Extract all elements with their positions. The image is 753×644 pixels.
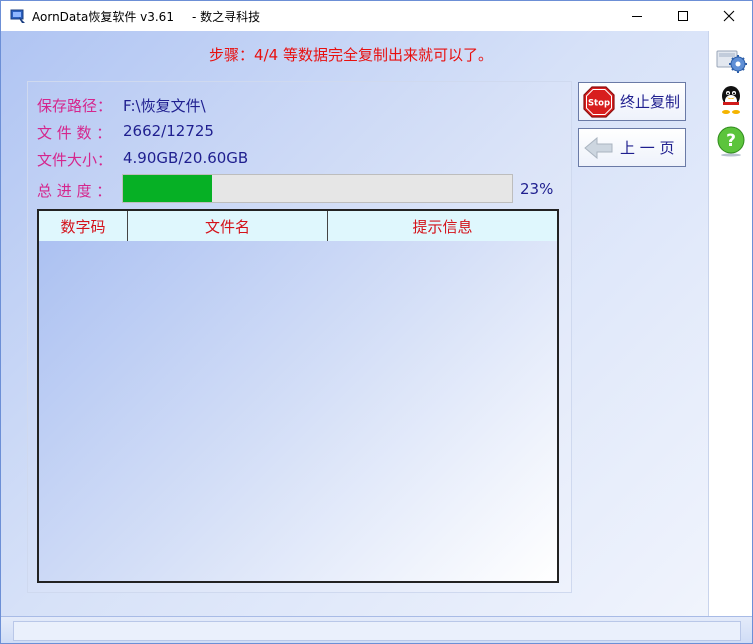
stop-sign-icon: Stop [583, 85, 615, 118]
maximize-button[interactable] [660, 1, 706, 31]
table-header: 数字码 文件名 提示信息 [39, 211, 557, 241]
progress-percent: 23% [520, 180, 554, 198]
file-size-row: 文件大小： 4.90GB/20.60GB [37, 149, 248, 170]
previous-page-label: 上 一 页 [620, 139, 675, 157]
status-panel [13, 621, 741, 641]
stop-copy-button[interactable]: Stop 终止复制 [578, 82, 686, 121]
progress-fill [123, 175, 213, 202]
previous-page-button[interactable]: 上 一 页 [578, 128, 686, 167]
right-sidebar: ? [708, 31, 752, 617]
save-path-label: 保存路径： [37, 97, 113, 115]
stop-sign-text: Stop [588, 98, 610, 108]
column-header-code[interactable]: 数字码 [39, 211, 128, 241]
file-count-row: 文 件 数 ： 2662/12725 [37, 122, 214, 143]
progress-label: 总 进 度 ： [37, 182, 112, 200]
close-icon [723, 10, 735, 22]
file-list-table[interactable]: 数字码 文件名 提示信息 [37, 209, 559, 583]
window-subtitle: - 数之寻科技 [191, 10, 261, 24]
column-header-filename[interactable]: 文件名 [128, 211, 328, 241]
close-button[interactable] [706, 1, 752, 31]
file-count-value: 2662/12725 [123, 122, 214, 140]
progress-bar [122, 174, 513, 203]
save-path-value: F:\恢复文件\ [123, 97, 206, 115]
minimize-icon [632, 16, 642, 17]
window-title-text: AornData恢复软件 v3.61 [32, 10, 174, 24]
stop-copy-label: 终止复制 [620, 93, 681, 111]
window-title: AornData恢复软件 v3.61 - 数之寻科技 [32, 8, 260, 25]
file-size-label: 文件大小： [37, 151, 113, 169]
status-bar [1, 616, 752, 643]
file-size-value: 4.90GB/20.60GB [123, 149, 249, 167]
step-status-text: 步骤：4/4 等数据完全复制出来就可以了。 [209, 46, 493, 64]
save-path-row: 保存路径： F:\恢复文件\ [37, 95, 206, 116]
column-header-message[interactable]: 提示信息 [328, 211, 557, 241]
app-logo-icon [10, 9, 25, 23]
app-window: AornData恢复软件 v3.61 - 数之寻科技 步骤：4/4 等数据完全复制… [0, 0, 753, 644]
arrow-left-icon [584, 136, 613, 159]
settings-icon[interactable] [715, 43, 747, 75]
maximize-icon [678, 11, 688, 21]
qq-icon[interactable] [715, 83, 747, 115]
file-count-label: 文 件 数 ： [37, 124, 112, 142]
svg-text:?: ? [726, 131, 736, 151]
help-icon[interactable]: ? [715, 125, 747, 157]
title-bar[interactable]: AornData恢复软件 v3.61 - 数之寻科技 [1, 1, 752, 31]
minimize-button[interactable] [614, 1, 660, 31]
progress-row: 总 进 度 ： [37, 180, 111, 201]
